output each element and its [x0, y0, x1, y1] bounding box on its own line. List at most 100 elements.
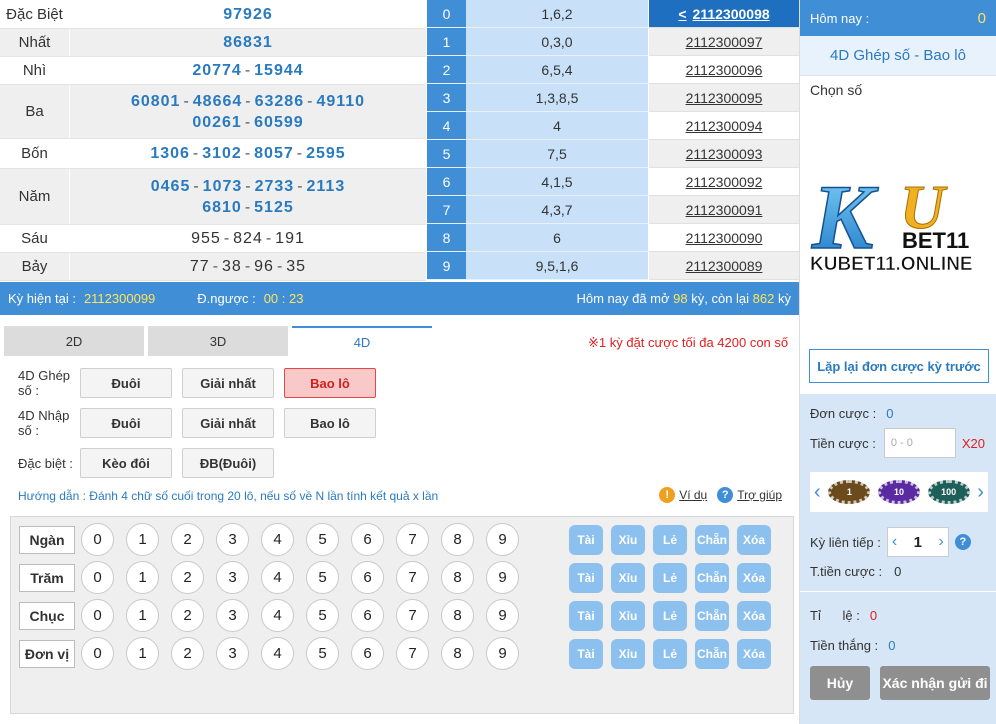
quick-select-button[interactable]: Tài	[569, 562, 603, 593]
number-ball[interactable]: 9	[486, 523, 519, 556]
stake-input[interactable]: 0 - 0	[883, 428, 956, 458]
number-ball[interactable]: 5	[306, 561, 339, 594]
prize-name: Đặc Biệt	[0, 0, 70, 28]
number-ball[interactable]: 1	[126, 561, 159, 594]
repeat-last-bet-button[interactable]: Lặp lại đơn cược kỳ trước	[809, 349, 989, 383]
number-ball[interactable]: 2	[171, 637, 204, 670]
quick-select-button[interactable]: Xóa	[737, 562, 771, 593]
number-ball[interactable]: 1	[126, 637, 159, 670]
nhap-giai-nhat-button[interactable]: Giải nhất	[182, 408, 274, 438]
number-ball[interactable]: 0	[81, 599, 114, 632]
number-ball[interactable]: 0	[81, 561, 114, 594]
increment-icon[interactable]: ›	[939, 533, 944, 551]
quick-select-button[interactable]: Tài	[569, 524, 603, 555]
ghep-duoi-button[interactable]: Đuôi	[80, 368, 172, 398]
number-ball[interactable]: 7	[396, 637, 429, 670]
quick-select-button[interactable]: Xóa	[737, 638, 771, 669]
number-ball[interactable]: 4	[261, 599, 294, 632]
chevron-right-icon[interactable]: ›	[977, 481, 984, 504]
number-ball[interactable]: 0	[81, 523, 114, 556]
decrement-icon[interactable]: ‹	[892, 533, 897, 551]
quick-select-button[interactable]: Xóa	[737, 524, 771, 555]
nhap-bao-lo-button[interactable]: Bao lô	[284, 408, 376, 438]
number-ball[interactable]: 7	[396, 599, 429, 632]
number-ball[interactable]: 3	[216, 599, 249, 632]
number-ball[interactable]: 8	[441, 561, 474, 594]
period-item[interactable]: 2112300096	[649, 56, 799, 84]
chevron-left-icon[interactable]: ‹	[814, 481, 821, 504]
period-item[interactable]: 2112300090	[649, 224, 799, 252]
quick-select-button[interactable]: Chẵn	[695, 562, 729, 593]
period-item[interactable]: 2112300089	[649, 252, 799, 280]
period-item[interactable]: 2112300097	[649, 28, 799, 56]
period-item[interactable]: 2112300092	[649, 168, 799, 196]
number-ball[interactable]: 6	[351, 523, 384, 556]
quick-select-button[interactable]: Xỉu	[611, 562, 645, 593]
number-ball[interactable]: 3	[216, 561, 249, 594]
ghep-giai-nhat-button[interactable]: Giải nhất	[182, 368, 274, 398]
nhap-duoi-button[interactable]: Đuôi	[80, 408, 172, 438]
result-row: Nhất 86831	[0, 29, 426, 57]
number-ball[interactable]: 1	[126, 599, 159, 632]
tab-4d[interactable]: 4D	[292, 326, 432, 356]
number-ball[interactable]: 6	[351, 561, 384, 594]
number-ball[interactable]: 2	[171, 599, 204, 632]
quick-select-button[interactable]: Xỉu	[611, 524, 645, 555]
help-link[interactable]: Trợ giúp	[737, 488, 782, 502]
number-ball[interactable]: 9	[486, 599, 519, 632]
example-link[interactable]: Ví dụ	[679, 488, 707, 502]
number-ball[interactable]: 1	[126, 523, 159, 556]
number-ball[interactable]: 3	[216, 523, 249, 556]
quick-select-button[interactable]: Chẵn	[695, 638, 729, 669]
number-ball[interactable]: 5	[306, 523, 339, 556]
number-ball[interactable]: 6	[351, 599, 384, 632]
chip-1[interactable]: 1	[828, 480, 871, 504]
number-ball[interactable]: 5	[306, 599, 339, 632]
quick-select-button[interactable]: Chẵn	[695, 600, 729, 631]
period-item[interactable]: 2112300091	[649, 196, 799, 224]
cancel-button[interactable]: Hủy	[810, 666, 870, 700]
quick-select-button[interactable]: Chẵn	[695, 524, 729, 555]
quick-select-button[interactable]: Lẻ	[653, 524, 687, 555]
number-ball[interactable]: 2	[171, 523, 204, 556]
quick-select-button[interactable]: Xỉu	[611, 638, 645, 669]
number-ball[interactable]: 7	[396, 523, 429, 556]
tab-2d[interactable]: 2D	[4, 326, 144, 356]
db-duoi-button[interactable]: ĐB(Đuôi)	[182, 448, 274, 478]
keo-doi-button[interactable]: Kèo đôi	[80, 448, 172, 478]
number-ball[interactable]: 9	[486, 561, 519, 594]
number-ball[interactable]: 4	[261, 561, 294, 594]
number-ball[interactable]: 4	[261, 637, 294, 670]
quick-select-button[interactable]: Xỉu	[611, 600, 645, 631]
consecutive-stepper[interactable]: ‹ 1 ›	[886, 527, 949, 557]
chip-100[interactable]: 100	[927, 480, 970, 504]
number-ball[interactable]: 3	[216, 637, 249, 670]
number-ball[interactable]: 4	[261, 523, 294, 556]
quick-select-button[interactable]: Tài	[569, 638, 603, 669]
number-ball[interactable]: 5	[306, 637, 339, 670]
number-ball[interactable]: 0	[81, 637, 114, 670]
number-ball[interactable]: 7	[396, 561, 429, 594]
chip-10[interactable]: 10	[877, 480, 920, 504]
number-ball[interactable]: 8	[441, 599, 474, 632]
result-number: 8057	[254, 145, 294, 162]
period-item[interactable]: 2112300093	[649, 140, 799, 168]
number-ball[interactable]: 6	[351, 637, 384, 670]
number-ball[interactable]: 9	[486, 637, 519, 670]
number-ball[interactable]: 8	[441, 523, 474, 556]
result-number: 20774	[192, 62, 242, 79]
question-icon[interactable]: ?	[954, 534, 971, 550]
quick-select-button[interactable]: Lẻ	[653, 600, 687, 631]
period-item[interactable]: 2112300094	[649, 112, 799, 140]
number-ball[interactable]: 8	[441, 637, 474, 670]
tab-3d[interactable]: 3D	[148, 326, 288, 356]
quick-select-button[interactable]: Tài	[569, 600, 603, 631]
submit-button[interactable]: Xác nhận gửi đi	[880, 666, 990, 700]
quick-select-button[interactable]: Lẻ	[653, 562, 687, 593]
period-item-active[interactable]: <2112300098	[649, 0, 799, 28]
quick-select-button[interactable]: Xóa	[737, 600, 771, 631]
number-ball[interactable]: 2	[171, 561, 204, 594]
period-item[interactable]: 2112300095	[649, 84, 799, 112]
ghep-bao-lo-button[interactable]: Bao lô	[284, 368, 376, 398]
quick-select-button[interactable]: Lẻ	[653, 638, 687, 669]
